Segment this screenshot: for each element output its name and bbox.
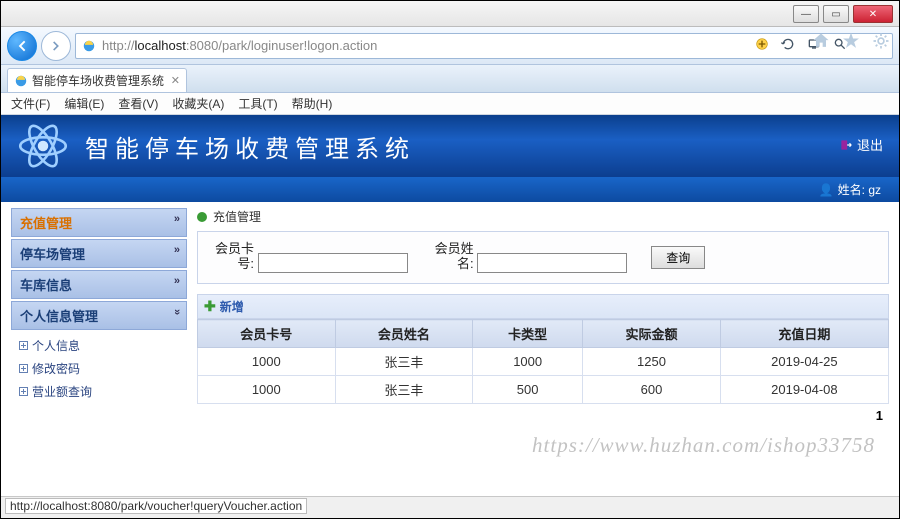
sidebar-sub-password[interactable]: 修改密码	[15, 357, 187, 380]
table-cell: 500	[473, 376, 583, 404]
sidebar-item-parking[interactable]: 停车场管理»	[11, 239, 187, 268]
sidebar: 充值管理» 停车场管理» 车库信息» 个人信息管理» 个人信息 修改密码 营业额…	[1, 202, 191, 496]
window-titlebar: — ▭ ✕	[1, 1, 899, 27]
sidebar-item-personal[interactable]: 个人信息管理»	[11, 301, 187, 330]
menu-help[interactable]: 帮助(H)	[292, 95, 333, 112]
minimize-button[interactable]: —	[793, 5, 819, 23]
sidebar-sub-revenue[interactable]: 营业额查询	[15, 380, 187, 403]
browser-navbar: http://localhost:8080/park/loginuser!log…	[1, 27, 899, 65]
tab-app[interactable]: 智能停车场收费管理系统 ✕	[7, 68, 187, 92]
query-button[interactable]: 查询	[651, 246, 705, 269]
logout-link[interactable]: 退出	[839, 135, 883, 154]
logout-icon	[839, 138, 853, 152]
label-name: 会员姓名:	[432, 242, 474, 272]
breadcrumb: 充值管理	[197, 208, 889, 225]
menu-view[interactable]: 查看(V)	[118, 95, 158, 112]
table-cell: 1000	[473, 348, 583, 376]
table-cell: 2019-04-08	[720, 376, 888, 404]
url-text: http://localhost:8080/park/loginuser!log…	[102, 38, 377, 53]
table-cell: 1000	[198, 376, 336, 404]
add-favorite-icon[interactable]	[753, 35, 771, 53]
table-header: 实际金额	[583, 320, 721, 348]
table-cell: 1000	[198, 348, 336, 376]
close-button[interactable]: ✕	[853, 5, 893, 23]
table-header: 卡类型	[473, 320, 583, 348]
gear-icon[interactable]	[871, 31, 891, 51]
sidebar-item-recharge[interactable]: 充值管理»	[11, 208, 187, 237]
close-tab-icon[interactable]: ✕	[171, 74, 180, 87]
menu-edit[interactable]: 编辑(E)	[64, 95, 104, 112]
logo-atom-icon	[15, 118, 71, 174]
ie-menubar[interactable]: 文件(F) 编辑(E) 查看(V) 收藏夹(A) 工具(T) 帮助(H)	[1, 93, 899, 115]
plus-icon: ✚	[204, 298, 216, 315]
forward-button[interactable]	[41, 31, 71, 61]
app-banner: 智能停车场收费管理系统 退出	[1, 115, 899, 177]
card-input[interactable]	[258, 253, 408, 273]
table-row[interactable]: 1000张三丰100012502019-04-25	[198, 348, 889, 376]
label-card: 会员卡号:	[212, 242, 254, 272]
back-button[interactable]	[7, 31, 37, 61]
table-cell: 1250	[583, 348, 721, 376]
sidebar-item-garage[interactable]: 车库信息»	[11, 270, 187, 299]
menu-file[interactable]: 文件(F)	[11, 95, 50, 112]
sidebar-sub-profile[interactable]: 个人信息	[15, 334, 187, 357]
menu-tools[interactable]: 工具(T)	[238, 95, 277, 112]
table-header: 充值日期	[720, 320, 888, 348]
tabs-bar: 智能停车场收费管理系统 ✕	[1, 65, 899, 93]
table-cell: 2019-04-25	[720, 348, 888, 376]
ie-icon	[82, 39, 96, 53]
ie-icon	[14, 74, 28, 88]
maximize-button[interactable]: ▭	[823, 5, 849, 23]
crumb-dot-icon	[197, 212, 207, 222]
refresh-icon[interactable]	[779, 35, 797, 53]
name-input[interactable]	[477, 253, 627, 273]
table-row[interactable]: 1000张三丰5006002019-04-08	[198, 376, 889, 404]
status-bar: http://localhost:8080/park/voucher!query…	[1, 496, 899, 518]
data-table: 会员卡号会员姓名卡类型实际金额充值日期 1000张三丰100012502019-…	[197, 319, 889, 404]
system-title: 智能停车场收费管理系统	[85, 129, 415, 164]
watermark: https://www.huzhan.com/ishop33758	[532, 433, 875, 458]
search-panel: 会员卡号: 会员姓名: 查询	[197, 231, 889, 284]
tab-label: 智能停车场收费管理系统	[32, 72, 164, 89]
table-header: 会员卡号	[198, 320, 336, 348]
star-icon[interactable]	[841, 31, 861, 51]
user-bar: 👤姓名: gz	[1, 177, 899, 202]
table-cell: 张三丰	[335, 376, 473, 404]
add-new-button[interactable]: ✚新增	[197, 294, 889, 319]
table-cell: 张三丰	[335, 348, 473, 376]
pager[interactable]: 1	[197, 404, 889, 423]
table-header: 会员姓名	[335, 320, 473, 348]
home-icon[interactable]	[811, 31, 831, 51]
menu-fav[interactable]: 收藏夹(A)	[172, 95, 224, 112]
table-cell: 600	[583, 376, 721, 404]
